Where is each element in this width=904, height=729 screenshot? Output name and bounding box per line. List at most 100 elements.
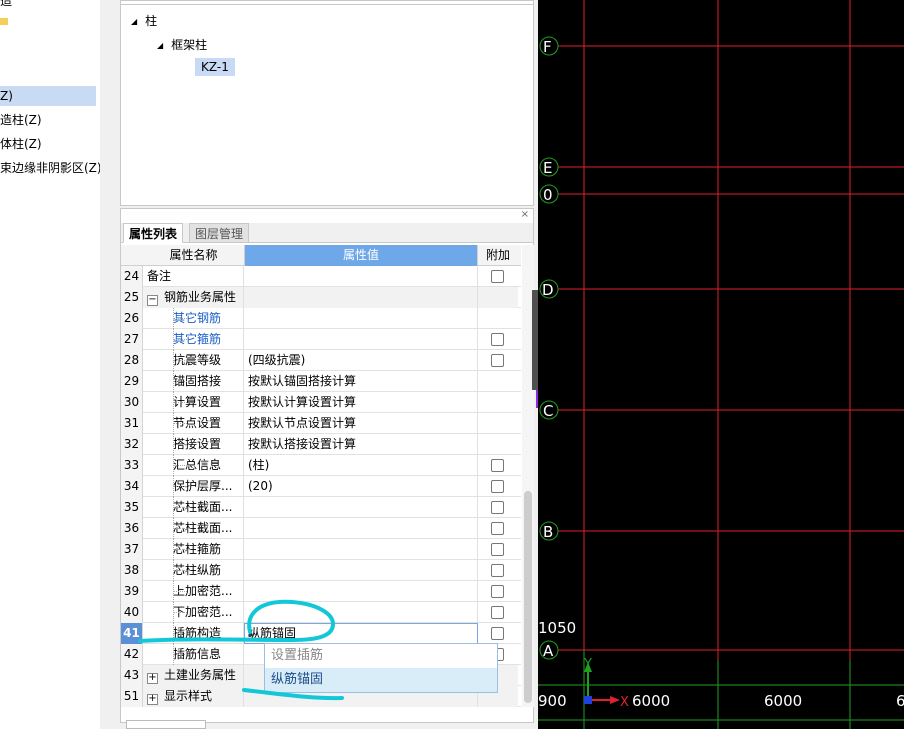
property-name-text: 土建业务属性 (164, 668, 237, 682)
row-number: 40 (121, 602, 143, 623)
property-value[interactable]: 按默认节点设置计算 (244, 413, 478, 434)
dropdown-arrow-icon[interactable]: ▲ (248, 624, 471, 643)
left-tree-item[interactable]: 造柱(Z) (0, 110, 42, 130)
property-value[interactable]: (柱) (244, 455, 478, 476)
collapse-triangle-icon[interactable]: ◢ (131, 13, 137, 31)
property-row[interactable]: 27 其它箍筋 (121, 329, 521, 350)
anchor-style-dropdown[interactable]: 设置插筋 纵筋锚固 (264, 643, 498, 693)
extra-cell (478, 518, 518, 539)
property-value[interactable] (244, 539, 478, 560)
tab-property-list[interactable]: 属性列表 (123, 223, 184, 243)
property-value[interactable] (244, 329, 478, 350)
cad-drawing-area[interactable]: F E 0 D C B A 1050 900 6000 6000 6 Y X (538, 0, 904, 729)
property-row[interactable]: 41 插筋构造 纵筋锚固 ▲ (121, 623, 521, 644)
property-value[interactable] (244, 266, 478, 287)
bottom-tab-stub[interactable] (126, 720, 206, 729)
property-row[interactable]: 31 节点设置 按默认节点设置计算 (121, 413, 521, 434)
left-tree-item[interactable]: Z) (0, 86, 96, 106)
property-row[interactable]: 29 锚固搭接 按默认锚固搭接计算 (121, 371, 521, 392)
property-name: 计算设置 (143, 392, 244, 413)
axis-bubble-E: E (539, 157, 559, 177)
extra-checkbox[interactable] (491, 501, 504, 514)
extra-cell (478, 581, 518, 602)
property-row[interactable]: 32 搭接设置 按默认搭接设置计算 (121, 434, 521, 455)
property-row[interactable]: 33 汇总信息 (柱) (121, 455, 521, 476)
collapse-triangle-icon[interactable]: ◢ (157, 37, 163, 55)
property-row[interactable]: 35 芯柱截面... (121, 497, 521, 518)
extra-cell (478, 434, 518, 455)
row-number: 43 (121, 665, 143, 686)
dropdown-option-selected[interactable]: 纵筋锚固 (265, 668, 497, 692)
property-name: + 土建业务属性 (143, 665, 244, 686)
row-number: 36 (121, 518, 143, 539)
left-tree-partial-label: 造 (0, 0, 13, 8)
tree-guide-line (173, 318, 187, 319)
property-row[interactable]: 37 芯柱箍筋 (121, 539, 521, 560)
axis-label: E (543, 159, 552, 177)
property-row[interactable]: 34 保护层厚... (20) (121, 476, 521, 497)
extra-checkbox[interactable] (491, 606, 504, 619)
expand-icon[interactable]: + (147, 673, 158, 684)
property-value[interactable]: (四级抗震) (244, 350, 478, 371)
extra-checkbox[interactable] (491, 354, 504, 367)
extra-checkbox[interactable] (491, 459, 504, 472)
property-row[interactable]: 28 抗震等级 (四级抗震) (121, 350, 521, 371)
tree-guide-line (173, 570, 187, 571)
expand-icon[interactable]: + (147, 694, 158, 705)
tree-guide-line (173, 633, 187, 634)
property-row[interactable]: 39 上加密范... (121, 581, 521, 602)
property-value[interactable] (244, 287, 478, 308)
property-value[interactable]: (20) (244, 476, 478, 497)
extra-checkbox[interactable] (491, 585, 504, 598)
left-tree-item[interactable]: 束边缘非阴影区(Z) (0, 158, 102, 178)
dropdown-option[interactable]: 设置插筋 (265, 644, 497, 668)
property-row[interactable]: 36 芯柱截面... (121, 518, 521, 539)
property-value[interactable] (244, 518, 478, 539)
tab-layer-management[interactable]: 图层管理 (189, 223, 250, 243)
tree-node-child[interactable]: ◢ 框架柱 (157, 36, 207, 55)
property-value[interactable]: 按默认计算设置计算 (244, 392, 478, 413)
property-row[interactable]: 40 下加密范... (121, 602, 521, 623)
extra-checkbox[interactable] (491, 333, 504, 346)
property-row[interactable]: 24 备注 (121, 266, 521, 287)
row-number: 37 (121, 539, 143, 560)
cad-canvas[interactable]: F E 0 D C B A 1050 900 6000 6000 6 Y X (538, 0, 904, 729)
property-value[interactable] (244, 581, 478, 602)
tree-node-label: 柱 (145, 14, 158, 28)
extra-cell (478, 308, 518, 329)
property-row[interactable]: 30 计算设置 按默认计算设置计算 (121, 392, 521, 413)
row-number: 26 (121, 308, 143, 329)
property-row[interactable]: 25− 钢筋业务属性 (121, 287, 521, 308)
property-value[interactable] (244, 308, 478, 329)
extra-checkbox[interactable] (491, 564, 504, 577)
header-number (121, 245, 143, 266)
extra-checkbox[interactable] (491, 480, 504, 493)
row-number: 25 (121, 287, 143, 308)
property-name: 下加密范... (143, 602, 244, 623)
tree-guide-line (173, 591, 187, 592)
scrollbar-thumb[interactable] (524, 491, 532, 703)
value-combobox[interactable]: 纵筋锚固 ▲ (244, 623, 478, 644)
extra-checkbox[interactable] (491, 543, 504, 556)
property-row[interactable]: 38 芯柱纵筋 (121, 560, 521, 581)
close-icon[interactable]: × (521, 209, 529, 220)
tree-guide-line (173, 423, 187, 424)
row-number: 34 (121, 476, 143, 497)
property-value[interactable] (244, 602, 478, 623)
property-row[interactable]: 26 其它钢筋 (121, 308, 521, 329)
collapse-icon[interactable]: − (147, 295, 158, 306)
property-value[interactable] (244, 560, 478, 581)
property-value[interactable]: 按默认搭接设置计算 (244, 434, 478, 455)
property-name-text: 显示样式 (164, 689, 213, 703)
extra-checkbox[interactable] (491, 627, 504, 640)
tree-node-root[interactable]: ◢ 柱 (131, 12, 157, 31)
left-tree-item[interactable]: 体柱(Z) (0, 134, 42, 154)
tree-node-leaf[interactable]: KZ-1 (195, 58, 235, 76)
axis-label: B (543, 523, 553, 541)
row-number: 27 (121, 329, 143, 350)
extra-checkbox[interactable] (491, 522, 504, 535)
tree-guide-line (173, 444, 187, 445)
extra-checkbox[interactable] (491, 270, 504, 283)
property-value[interactable] (244, 497, 478, 518)
property-value[interactable]: 按默认锚固搭接计算 (244, 371, 478, 392)
